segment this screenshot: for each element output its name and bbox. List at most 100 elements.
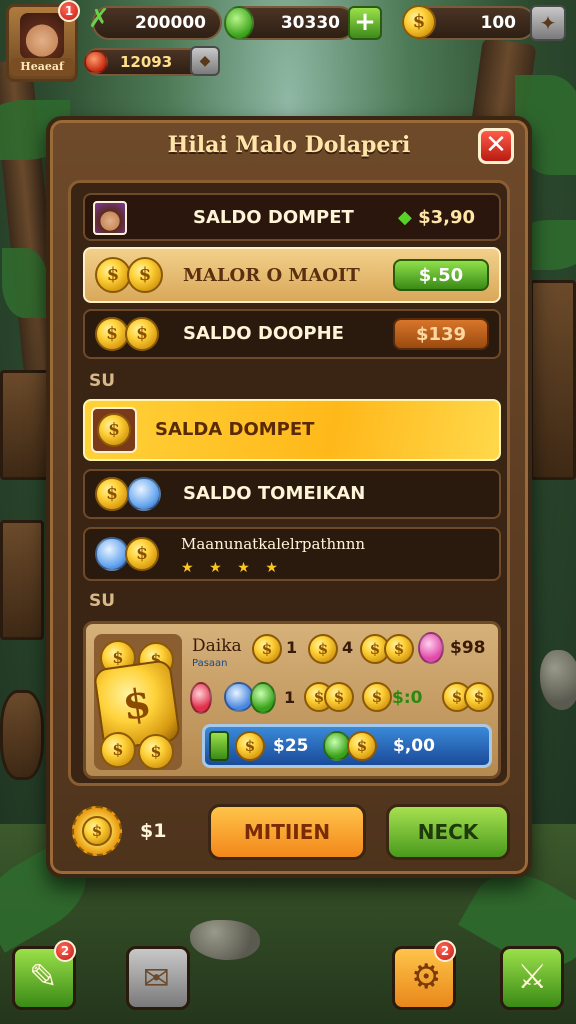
purchase-price: $,00	[393, 736, 435, 756]
reward-price: $:0	[392, 688, 423, 708]
wallet-row[interactable]: SALDO DOMPET ◆ $3,90	[83, 193, 501, 241]
sub-resource-counter: 12093	[84, 48, 204, 76]
row-value-button[interactable]: $.50	[393, 259, 489, 291]
pink-gem-icon	[418, 632, 444, 664]
coin-icon: $	[362, 682, 392, 712]
wallet-banner[interactable]: $ SALDA DOMPET	[83, 399, 501, 461]
wallet-modal: Hilai Malo Dolaperi ✕ SALDO DOMPET ◆ $3,…	[46, 116, 532, 878]
section-label: SU	[89, 591, 116, 611]
close-button[interactable]: ✕	[478, 128, 514, 164]
xp-counter: ✗ 200000	[88, 4, 222, 40]
banner-label: SALDA DOMPET	[155, 419, 315, 440]
purchase-price: $25	[273, 736, 309, 756]
star-icon: ★	[181, 560, 194, 576]
reward-panel: $ $ $ $ $ Daika Pasaan $ 1 $ 4 $ $ $98 1…	[83, 621, 501, 779]
crate	[0, 520, 44, 640]
coin-icon: $	[95, 477, 129, 511]
barrel	[0, 690, 44, 780]
hut	[530, 280, 576, 480]
top-bar: Heaeaf 1 ✗ 200000 30330 + $ 100 ✦ 12093 …	[0, 0, 576, 86]
row-label: SALDO TOMEIKAN	[183, 483, 366, 504]
star-icon: ★	[237, 560, 250, 576]
inventory-button[interactable]: ✉	[126, 946, 190, 1010]
row-label: SALDO DOMPET	[193, 207, 354, 228]
hut	[0, 370, 50, 480]
wallet-row[interactable]: $ SALDO TOMEIKAN	[83, 469, 501, 519]
sun-coin-icon: $	[72, 806, 122, 856]
green-gem-icon	[250, 682, 276, 714]
star-icon: ★	[265, 560, 278, 576]
reward-price: $98	[450, 638, 486, 658]
xp-icon: ✗	[88, 4, 110, 34]
coin-icon: $	[125, 317, 159, 351]
star-rating: ★ ★ ★ ★	[181, 557, 288, 576]
green-gem-icon	[224, 6, 254, 40]
scroll-icon: ✉	[143, 959, 170, 997]
red-gem-icon	[190, 682, 212, 714]
add-gems-button[interactable]: +	[348, 6, 382, 40]
coin-icon: $	[125, 537, 159, 571]
row-value: ◆ $3,90	[397, 207, 475, 228]
notification-badge: 2	[54, 940, 76, 962]
secondary-button[interactable]: NECK	[386, 804, 510, 860]
gem-value: 30330	[280, 13, 340, 33]
coin-icon: $	[97, 413, 131, 447]
coin-frame: $	[91, 407, 137, 453]
footer-coin-value: $1	[140, 820, 167, 842]
notification-badge: 2	[434, 940, 456, 962]
coin-icon: $	[138, 734, 174, 770]
coin-icon: $	[95, 257, 131, 293]
shop-icon: ⚙	[411, 957, 442, 997]
coin-icon: $	[127, 257, 163, 293]
pencil-icon: ✎	[29, 957, 58, 997]
rock	[540, 650, 576, 710]
green-gem-icon: ◆	[397, 207, 412, 228]
coin-counter: $ 100	[402, 5, 536, 40]
map-icon[interactable]: ✦	[530, 5, 566, 41]
battle-button[interactable]: ⚔	[500, 946, 564, 1010]
coin-pile-frame: $ $ $ $ $	[92, 634, 182, 770]
blue-gem-icon	[127, 477, 161, 511]
avatar-portrait	[20, 13, 64, 59]
leaf	[2, 248, 48, 318]
player-name: Heaeaf	[11, 58, 73, 76]
modal-title: Hilai Malo Dolaperi	[167, 132, 411, 158]
sword-icon: ⚔	[517, 957, 548, 997]
coin-value: 100	[480, 13, 517, 33]
sub-resource-value: 12093	[120, 53, 173, 71]
notification-badge: 1	[58, 0, 80, 22]
reward-count: 1	[284, 688, 296, 707]
xp-value: 200000	[135, 13, 206, 33]
avatar-icon	[93, 201, 127, 235]
row-label: SALDO DOOPHE	[183, 323, 344, 344]
section-label: SU	[89, 371, 116, 391]
coin-icon: $	[100, 732, 136, 768]
coin-icon: $	[308, 634, 338, 664]
coin-icon: $	[464, 682, 494, 712]
green-bar-icon	[209, 731, 229, 761]
blue-gem-icon	[95, 537, 129, 571]
wallet-row[interactable]: $ $ SALDO DOOPHE $139	[83, 309, 501, 359]
gem-counter: 30330	[224, 6, 356, 40]
coin-icon: $	[235, 731, 265, 761]
coin-icon: $	[402, 5, 436, 39]
reward-count: 4	[342, 638, 354, 657]
coin-icon: $	[82, 816, 112, 846]
primary-button[interactable]: MITIIEN	[208, 804, 366, 860]
coin-icon: $	[95, 317, 129, 351]
modal-content: SALDO DOMPET ◆ $3,90 $ $ MALOR O MAOIT $…	[68, 180, 510, 786]
coin-icon: $	[252, 634, 282, 664]
purchase-bar[interactable]: $ $25 $ $,00	[202, 724, 492, 768]
row-label: Maanunatkalelrpathnnn	[181, 535, 366, 553]
row-label: MALOR O MAOIT	[183, 265, 360, 286]
reward-title: Daika	[192, 636, 242, 656]
coin-icon: $	[384, 634, 414, 664]
bag-icon[interactable]: ◆	[190, 46, 220, 76]
red-gem-icon	[84, 50, 108, 74]
star-icon: ★	[209, 560, 222, 576]
coin-icon: $	[324, 682, 354, 712]
wallet-row[interactable]: $ Maanunatkalelrpathnnn ★ ★ ★ ★	[83, 527, 501, 581]
reward-subtitle: Pasaan	[192, 658, 228, 669]
wallet-row-selected[interactable]: $ $ MALOR O MAOIT $.50	[83, 247, 501, 303]
row-value-button[interactable]: $139	[393, 318, 489, 350]
